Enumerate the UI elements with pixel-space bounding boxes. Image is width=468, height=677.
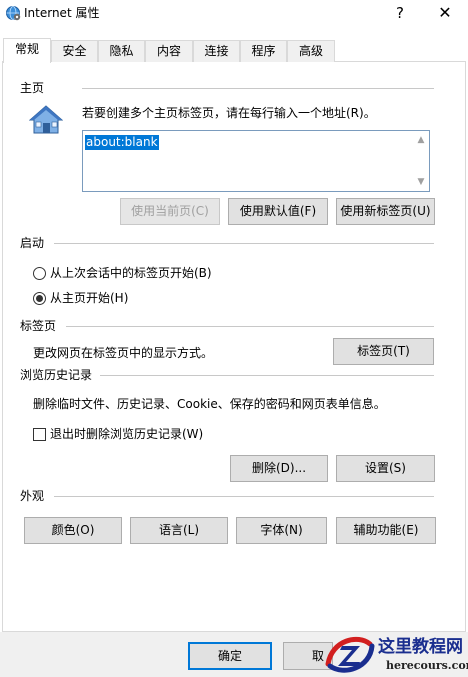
appearance-group-title: 外观 [20, 489, 47, 503]
colors-button[interactable]: 颜色(O) [24, 517, 122, 544]
history-settings-button[interactable]: 设置(S) [336, 455, 435, 482]
watermark-logo-icon [325, 636, 375, 673]
tab-connections[interactable]: 连接 [193, 40, 240, 62]
tabs-group-title: 标签页 [20, 319, 59, 333]
delete-history-button[interactable]: 删除(D)... [230, 455, 328, 482]
history-group-title: 浏览历史记录 [20, 368, 95, 382]
homepage-divider [82, 88, 434, 89]
tab-privacy[interactable]: 隐私 [98, 40, 145, 62]
use-current-button[interactable]: 使用当前页(C) [120, 198, 220, 225]
history-description: 删除临时文件、历史记录、Cookie、保存的密码和网页表单信息。 [33, 397, 386, 411]
accessibility-button[interactable]: 辅助功能(E) [336, 517, 436, 544]
radio-home-page-label[interactable]: 从主页开始(H) [50, 291, 128, 305]
homepage-group-title: 主页 [20, 81, 47, 95]
internet-options-icon [6, 6, 21, 21]
watermark-title: 这里教程网 [378, 637, 463, 657]
tab-programs[interactable]: 程序 [240, 40, 287, 62]
homepage-address-box[interactable]: about:blank ▲ ▼ [82, 130, 430, 192]
tabs-settings-button[interactable]: 标签页(T) [333, 338, 434, 365]
ok-button[interactable]: 确定 [188, 642, 272, 670]
radio-last-session[interactable] [33, 267, 46, 280]
tabs-description: 更改网页在标签页中的显示方式。 [33, 346, 214, 360]
use-default-button[interactable]: 使用默认值(F) [228, 198, 328, 225]
close-button[interactable]: ✕ [426, 0, 464, 26]
history-divider [100, 375, 434, 376]
radio-last-session-label[interactable]: 从上次会话中的标签页开始(B) [50, 266, 212, 280]
help-button[interactable]: ? [381, 0, 419, 26]
home-icon [29, 105, 63, 134]
languages-button[interactable]: 语言(L) [130, 517, 228, 544]
tab-general[interactable]: 常规 [3, 38, 51, 63]
appearance-divider [54, 496, 434, 497]
tab-content[interactable]: 内容 [145, 40, 193, 62]
scroll-up-icon[interactable]: ▲ [415, 134, 427, 146]
fonts-button[interactable]: 字体(N) [236, 517, 327, 544]
startup-divider [54, 243, 434, 244]
radio-home-page[interactable] [33, 292, 46, 305]
scroll-down-icon[interactable]: ▼ [415, 176, 427, 188]
watermark-url: herecours.com [386, 659, 468, 672]
homepage-address-value: about:blank [85, 135, 159, 150]
homepage-instruction: 若要创建多个主页标签页，请在每行输入一个地址(R)。 [82, 106, 376, 120]
delete-on-exit-label[interactable]: 退出时删除浏览历史记录(W) [50, 427, 203, 441]
close-icon: ✕ [438, 3, 452, 22]
tabs-divider [66, 326, 434, 327]
delete-on-exit-checkbox[interactable] [33, 428, 46, 441]
tab-security[interactable]: 安全 [51, 40, 98, 62]
use-new-tab-button[interactable]: 使用新标签页(U) [336, 198, 435, 225]
startup-group-title: 启动 [20, 236, 47, 250]
window-title: Internet 属性 [24, 6, 100, 20]
tab-advanced[interactable]: 高级 [287, 40, 335, 62]
